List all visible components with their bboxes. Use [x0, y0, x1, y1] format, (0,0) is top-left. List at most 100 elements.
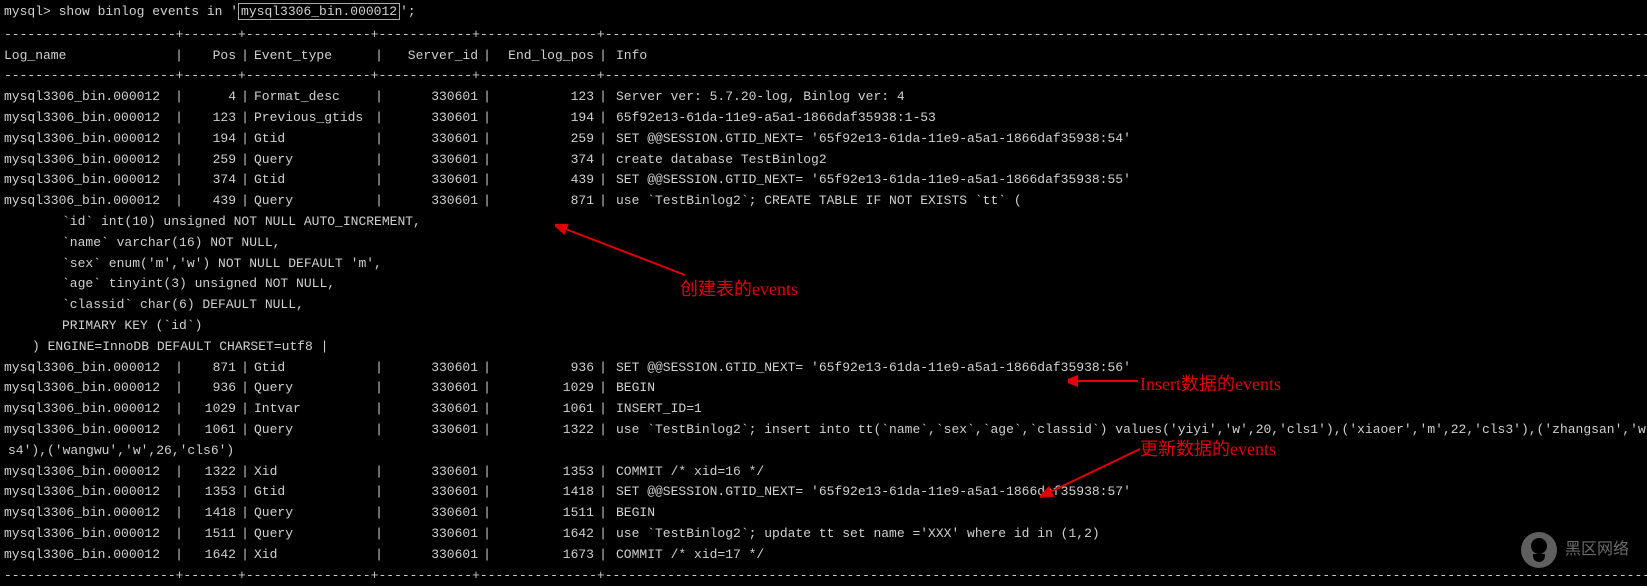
- cell-info: SET @@SESSION.GTID_NEXT= '65f92e13-61da-…: [612, 170, 1643, 191]
- create-close: ) ENGINE=InnoDB DEFAULT CHARSET=utf8 |: [0, 337, 1647, 358]
- cell-info: SET @@SESSION.GTID_NEXT= '65f92e13-61da-…: [612, 129, 1643, 150]
- cell-evt: Xid: [254, 545, 370, 566]
- cell-srv: 330601: [388, 150, 478, 171]
- cell-log: mysql3306_bin.000012: [4, 482, 170, 503]
- create-table-line: `name` varchar(16) NOT NULL,: [0, 233, 1647, 254]
- col-log: Log_name: [4, 46, 170, 67]
- cell-log: mysql3306_bin.000012: [4, 378, 170, 399]
- cell-pos: 1322: [188, 462, 236, 483]
- table-row: mysql3306_bin.000012|1029|Intvar|330601|…: [0, 399, 1647, 420]
- cell-end: 1029: [496, 378, 594, 399]
- cell-log: mysql3306_bin.000012: [4, 462, 170, 483]
- cell-info: use `TestBinlog2`; update tt set name ='…: [612, 524, 1643, 545]
- cell-evt: Gtid: [254, 170, 370, 191]
- col-evt: Event_type: [254, 46, 370, 67]
- cell-evt: Gtid: [254, 129, 370, 150]
- cell-evt: Gtid: [254, 482, 370, 503]
- cell-srv: 330601: [388, 358, 478, 379]
- cell-evt: Previous_gtids: [254, 108, 370, 129]
- cell-info: BEGIN: [612, 503, 1643, 524]
- create-table-line: PRIMARY KEY (`id`): [0, 316, 1647, 337]
- cell-evt: Gtid: [254, 358, 370, 379]
- cmd-before: show binlog events in ': [59, 4, 238, 19]
- cell-end: 1353: [496, 462, 594, 483]
- cell-log: mysql3306_bin.000012: [4, 108, 170, 129]
- cell-evt: Query: [254, 503, 370, 524]
- cell-info: SET @@SESSION.GTID_NEXT= '65f92e13-61da-…: [612, 358, 1643, 379]
- cell-log: mysql3306_bin.000012: [4, 524, 170, 545]
- cell-pos: 123: [188, 108, 236, 129]
- cell-srv: 330601: [388, 378, 478, 399]
- cell-end: 439: [496, 170, 594, 191]
- table-row: mysql3306_bin.000012|871|Gtid|330601|936…: [0, 358, 1647, 379]
- cell-srv: 330601: [388, 87, 478, 108]
- cell-evt: Format_desc: [254, 87, 370, 108]
- cell-log: mysql3306_bin.000012: [4, 87, 170, 108]
- cell-log: mysql3306_bin.000012: [4, 420, 170, 441]
- cell-srv: 330601: [388, 462, 478, 483]
- cell-info: SET @@SESSION.GTID_NEXT= '65f92e13-61da-…: [612, 482, 1643, 503]
- table-row: mysql3306_bin.000012|4|Format_desc|33060…: [0, 87, 1647, 108]
- table-row: mysql3306_bin.000012|259|Query|330601|37…: [0, 150, 1647, 171]
- table-row: mysql3306_bin.000012|1061|Query|330601|1…: [0, 420, 1647, 441]
- cell-srv: 330601: [388, 129, 478, 150]
- cell-end: 936: [496, 358, 594, 379]
- cell-info: COMMIT /* xid=17 */: [612, 545, 1643, 566]
- table-row: mysql3306_bin.000012|439|Query|330601|87…: [0, 191, 1647, 212]
- table-row: mysql3306_bin.000012|1322|Xid|330601|135…: [0, 462, 1647, 483]
- cell-end: 123: [496, 87, 594, 108]
- watermark: 黑区网络: [1521, 532, 1629, 568]
- cmd-after: ';: [400, 4, 416, 19]
- cell-srv: 330601: [388, 170, 478, 191]
- header-row: Log_name| Pos| Event_type| Server_id| En…: [0, 46, 1647, 67]
- table-row: mysql3306_bin.000012|123|Previous_gtids|…: [0, 108, 1647, 129]
- table-row: mysql3306_bin.000012|1418|Query|330601|1…: [0, 503, 1647, 524]
- cell-pos: 1353: [188, 482, 236, 503]
- table-row: mysql3306_bin.000012|1511|Query|330601|1…: [0, 524, 1647, 545]
- cell-evt: Xid: [254, 462, 370, 483]
- cell-end: 1511: [496, 503, 594, 524]
- cell-pos: 194: [188, 129, 236, 150]
- col-end: End_log_pos: [496, 46, 594, 67]
- cell-pos: 439: [188, 191, 236, 212]
- cell-srv: 330601: [388, 524, 478, 545]
- cell-srv: 330601: [388, 503, 478, 524]
- cell-evt: Query: [254, 191, 370, 212]
- cell-end: 259: [496, 129, 594, 150]
- col-info: Info: [612, 46, 1643, 67]
- cell-pos: 259: [188, 150, 236, 171]
- cell-end: 871: [496, 191, 594, 212]
- cell-evt: Query: [254, 420, 370, 441]
- cell-end: 1322: [496, 420, 594, 441]
- cell-pos: 1029: [188, 399, 236, 420]
- separator-bottom: ----------------------+-------+---------…: [0, 566, 1647, 586]
- cell-srv: 330601: [388, 108, 478, 129]
- table-row: mysql3306_bin.000012|936|Query|330601|10…: [0, 378, 1647, 399]
- prompt-prefix: mysql>: [4, 4, 59, 19]
- cell-end: 1673: [496, 545, 594, 566]
- cell-evt: Query: [254, 524, 370, 545]
- cell-end: 1418: [496, 482, 594, 503]
- cell-info: use `TestBinlog2`; insert into tt(`name`…: [612, 420, 1646, 441]
- col-srv: Server_id: [388, 46, 478, 67]
- cell-info: create database TestBinlog2: [612, 150, 1643, 171]
- cell-evt: Query: [254, 378, 370, 399]
- cell-log: mysql3306_bin.000012: [4, 358, 170, 379]
- cell-info: INSERT_ID=1: [612, 399, 1643, 420]
- cell-info: 65f92e13-61da-11e9-a5a1-1866daf35938:1-5…: [612, 108, 1643, 129]
- cell-srv: 330601: [388, 420, 478, 441]
- table-row: mysql3306_bin.000012|1353|Gtid|330601|14…: [0, 482, 1647, 503]
- table-row: mysql3306_bin.000012|374|Gtid|330601|439…: [0, 170, 1647, 191]
- watermark-logo-icon: [1521, 532, 1557, 568]
- create-table-line: `id` int(10) unsigned NOT NULL AUTO_INCR…: [0, 212, 1647, 233]
- cell-log: mysql3306_bin.000012: [4, 191, 170, 212]
- cell-pos: 4: [188, 87, 236, 108]
- col-pos: Pos: [188, 46, 236, 67]
- binlog-filename: mysql3306_bin.000012: [238, 3, 400, 20]
- cell-pos: 1511: [188, 524, 236, 545]
- cell-log: mysql3306_bin.000012: [4, 170, 170, 191]
- mysql-prompt[interactable]: mysql> show binlog events in 'mysql3306_…: [0, 0, 1647, 25]
- cell-srv: 330601: [388, 399, 478, 420]
- cell-pos: 936: [188, 378, 236, 399]
- cell-log: mysql3306_bin.000012: [4, 399, 170, 420]
